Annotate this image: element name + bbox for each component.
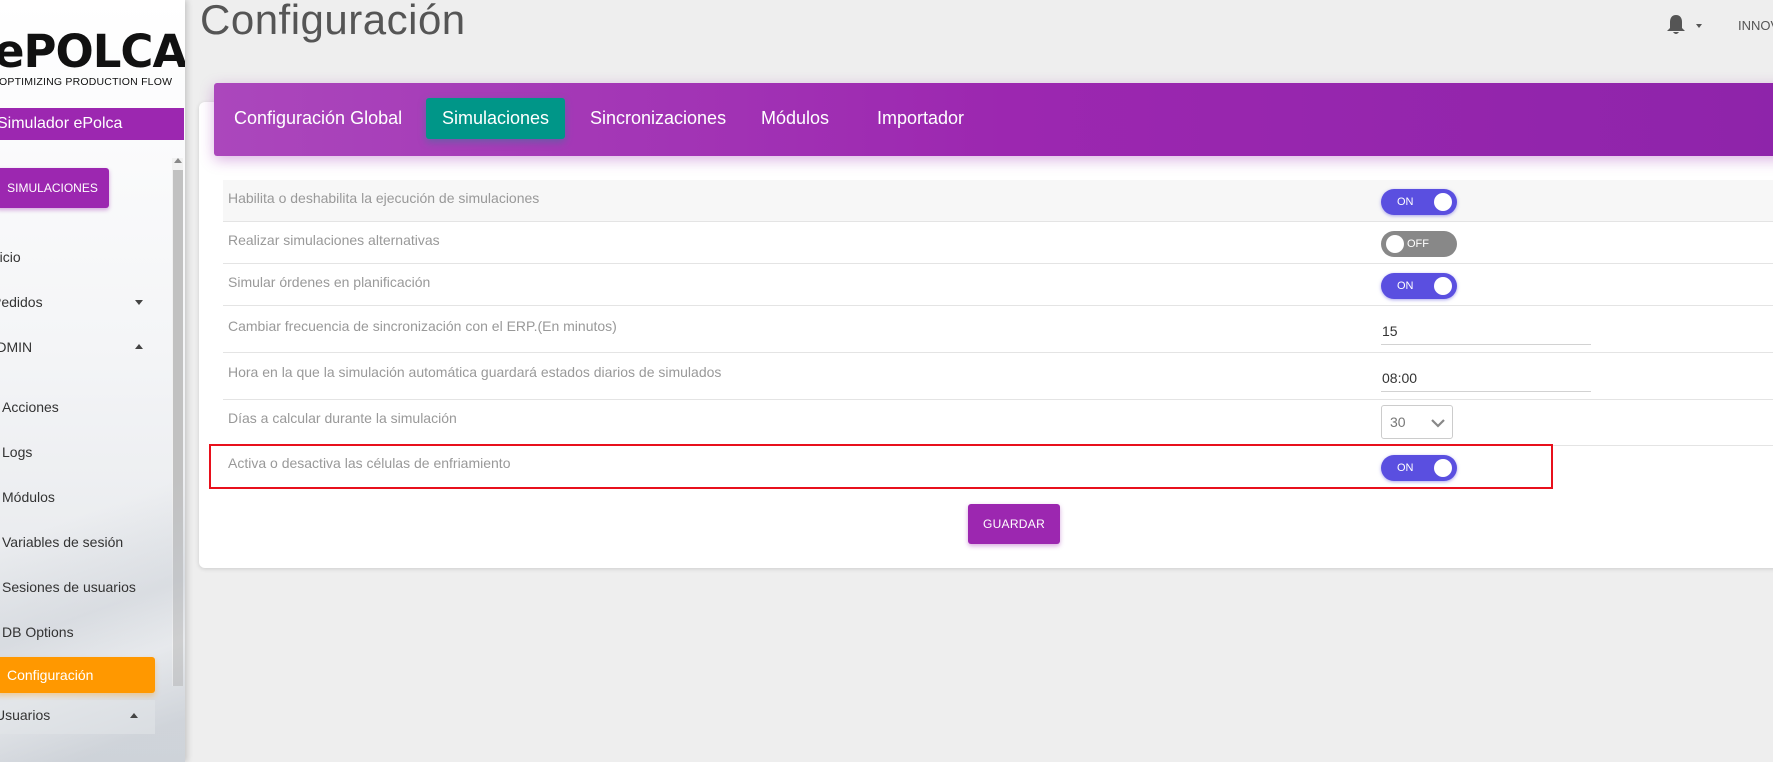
habilita-toggle[interactable]: ON: [1381, 189, 1457, 215]
sidebar-item-acciones[interactable]: Acciones: [2, 399, 59, 415]
sidebar-item-sesiones-usuarios[interactable]: Sesiones de usuarios: [2, 579, 136, 595]
tab-importador[interactable]: Importador: [861, 98, 980, 139]
logo-title: ePOLCA: [0, 25, 185, 78]
sidebar-item-inicio[interactable]: Inicio: [0, 249, 21, 265]
dias-select[interactable]: 30: [1381, 405, 1453, 439]
alternativas-toggle[interactable]: OFF: [1381, 231, 1457, 257]
bell-icon[interactable]: [1666, 14, 1686, 36]
tab-simulaciones[interactable]: Simulaciones: [426, 98, 566, 139]
hora-input[interactable]: [1381, 364, 1591, 392]
logo-tagline: OPTIMIZING PRODUCTION FLOW: [0, 76, 173, 88]
highlight-box: [209, 444, 1553, 489]
sidebar-item-logs[interactable]: Logs: [2, 444, 32, 460]
tabs-bar: Configuración Global Simulaciones Sincro…: [214, 83, 1773, 156]
planificacion-toggle[interactable]: ON: [1381, 273, 1457, 299]
sidebar: ePOLCA OPTIMIZING PRODUCTION FLOW Simula…: [0, 0, 185, 762]
tab-configuracion-global[interactable]: Configuración Global: [218, 98, 418, 139]
setting-label: Realizar simulaciones alternativas: [228, 232, 440, 248]
toggle-knob: [1386, 235, 1404, 253]
toggle-knob: [1434, 277, 1452, 295]
toggle-knob: [1434, 193, 1452, 211]
logo: ePOLCA OPTIMIZING PRODUCTION FLOW: [0, 25, 185, 89]
select-value: 30: [1390, 414, 1406, 430]
chevron-up-icon[interactable]: [130, 713, 138, 718]
setting-row-habilita: Habilita o deshabilita la ejecución de s…: [223, 180, 1773, 222]
sidebar-item-pedidos[interactable]: Pedidos: [0, 294, 43, 310]
sidebar-item-configuracion[interactable]: Configuración: [0, 657, 155, 693]
scroll-up-arrow-icon[interactable]: [174, 158, 182, 163]
tab-sincronizaciones[interactable]: Sincronizaciones: [574, 98, 742, 139]
sidebar-item-variables-sesion[interactable]: Variables de sesión: [2, 534, 123, 550]
setting-label: Simular órdenes en planificación: [228, 274, 431, 290]
chevron-down-icon: [1431, 419, 1445, 428]
sidebar-item-usuarios[interactable]: Usuarios: [0, 707, 50, 723]
toggle-state: OFF: [1407, 238, 1429, 250]
setting-label: Días a calcular durante la simulación: [228, 410, 457, 426]
frecuencia-input[interactable]: [1381, 317, 1591, 345]
page-title: Configuración: [200, 0, 466, 43]
user-menu[interactable]: INNOV: [1738, 18, 1773, 33]
guardar-button[interactable]: GUARDAR: [968, 504, 1060, 544]
simulaciones-button[interactable]: SIMULACIONES: [0, 168, 109, 208]
chevron-up-icon[interactable]: [135, 344, 143, 349]
setting-row-frecuencia: Cambiar frecuencia de sincronización con…: [223, 306, 1773, 353]
toggle-state: ON: [1397, 280, 1414, 292]
setting-label: Habilita o deshabilita la ejecución de s…: [228, 190, 540, 206]
setting-row-alternativas: Realizar simulaciones alternativas OFF: [223, 222, 1773, 264]
sidebar-item-modulos[interactable]: Módulos: [2, 489, 55, 505]
setting-row-hora: Hora en la que la simulación automática …: [223, 353, 1773, 400]
scroll-thumb[interactable]: [173, 170, 183, 686]
setting-label: Hora en la que la simulación automática …: [228, 364, 722, 380]
setting-row-planificacion: Simular órdenes en planificación ON: [223, 264, 1773, 306]
setting-row-dias: Días a calcular durante la simulación 30: [223, 400, 1773, 446]
sidebar-item-db-options[interactable]: DB Options: [2, 624, 74, 640]
toggle-state: ON: [1397, 196, 1414, 208]
chevron-down-icon[interactable]: [135, 300, 143, 305]
sidebar-scrollbar[interactable]: [172, 158, 183, 686]
tab-modulos[interactable]: Módulos: [745, 98, 845, 139]
caret-down-icon[interactable]: [1696, 24, 1702, 28]
setting-label: Cambiar frecuencia de sincronización con…: [228, 318, 617, 334]
sidebar-item-admin[interactable]: ADMIN: [0, 339, 32, 355]
app-name-bar: Simulador ePolca: [0, 108, 184, 140]
app-name: Simulador ePolca: [0, 115, 123, 132]
